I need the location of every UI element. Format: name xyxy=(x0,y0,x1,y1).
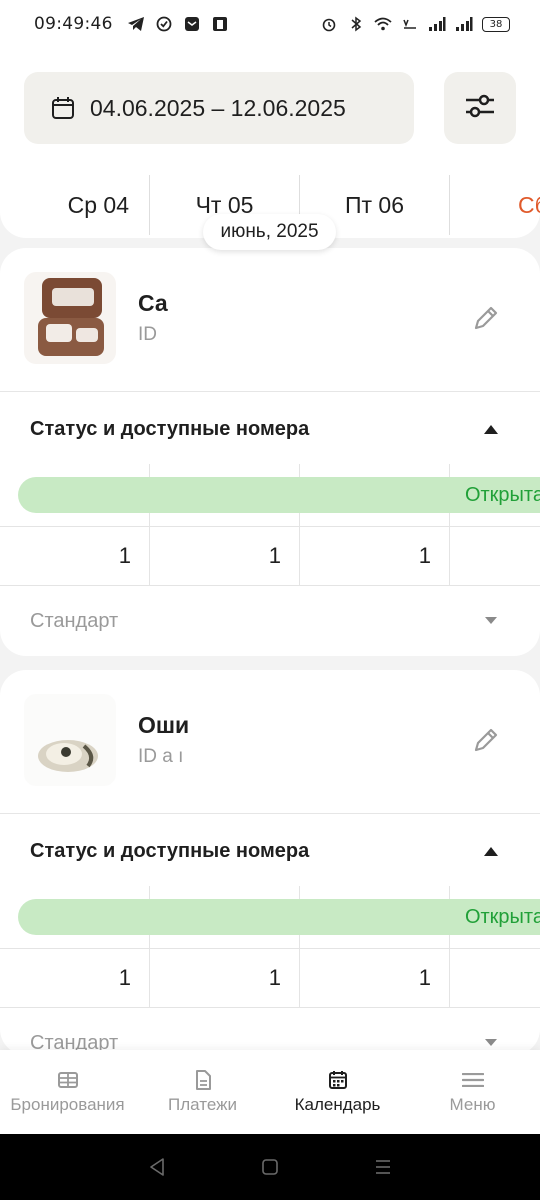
calendar-icon xyxy=(327,1069,349,1091)
room-count[interactable]: 1 xyxy=(0,949,150,1007)
edit-button[interactable] xyxy=(466,722,506,762)
recents-button[interactable] xyxy=(372,1156,394,1178)
document-icon xyxy=(192,1069,214,1091)
bluetooth-icon xyxy=(347,15,365,33)
available-rooms-row: 1 1 1 xyxy=(0,948,540,1008)
notification-icons xyxy=(127,15,229,33)
telegram-icon xyxy=(127,15,145,33)
clock: 09:49:46 xyxy=(34,14,113,34)
room-count[interactable]: 1 xyxy=(300,949,450,1007)
room-count-empty[interactable] xyxy=(450,949,540,1007)
volte-icon xyxy=(401,15,419,33)
hotel-id: ID xyxy=(138,324,157,345)
bottom-navigation: Бронирования Платежи Календарь Меню xyxy=(0,1050,540,1134)
nav-item-bookings[interactable]: Бронирования xyxy=(0,1050,135,1134)
app-icon xyxy=(211,15,229,33)
filter-button[interactable] xyxy=(444,72,516,144)
nav-label: Платежи xyxy=(168,1095,237,1114)
day-column[interactable]: Ср 04 xyxy=(0,175,150,235)
header: 04.06.2025 – 12.06.2025 xyxy=(0,48,540,172)
status-bar: 09:49:46 38 xyxy=(0,0,540,48)
room-count[interactable]: 1 xyxy=(0,527,150,585)
system-icons: 38 xyxy=(320,15,510,33)
month-label: июнь, 2025 xyxy=(203,214,336,250)
menu-icon xyxy=(461,1069,484,1091)
card-header: Са ID xyxy=(0,248,540,392)
card-header: Оши ID а ı xyxy=(0,670,540,814)
signal-icon xyxy=(428,15,446,33)
date-range-text: 04.06.2025 – 12.06.2025 xyxy=(90,94,346,121)
alarm-icon xyxy=(320,15,338,33)
sliders-icon xyxy=(464,92,496,125)
check-circle-icon xyxy=(155,15,173,33)
table-icon xyxy=(57,1069,79,1091)
collapse-caret-icon[interactable] xyxy=(484,425,498,434)
day-column-weekend[interactable]: Сб xyxy=(450,175,540,235)
status-open-bar[interactable]: Открыта xyxy=(18,899,540,935)
back-button[interactable] xyxy=(146,1156,168,1178)
section-title: Статус и доступные номера xyxy=(30,418,310,440)
room-type-label[interactable]: Стандарт xyxy=(30,610,118,633)
collapse-caret-icon[interactable] xyxy=(484,847,498,856)
hotel-card: Са ID Статус и доступные номера Открыта … xyxy=(0,248,540,656)
hotel-thumbnail[interactable] xyxy=(24,272,116,364)
nav-item-payments[interactable]: Платежи xyxy=(135,1050,270,1134)
nav-label: Меню xyxy=(449,1095,496,1114)
expand-caret-icon[interactable] xyxy=(485,617,497,624)
mail-box-icon xyxy=(183,15,201,33)
hotel-thumbnail[interactable] xyxy=(24,694,116,786)
system-navigation-bar xyxy=(0,1134,540,1200)
hotel-name: Са xyxy=(138,290,168,316)
hotel-card: Оши ID а ı Статус и доступные номера Отк… xyxy=(0,670,540,1055)
wifi-icon xyxy=(374,15,392,33)
nav-label: Календарь xyxy=(294,1095,381,1114)
expand-caret-icon[interactable] xyxy=(485,1039,497,1046)
nav-label: Бронирования xyxy=(10,1095,125,1114)
date-range-picker[interactable]: 04.06.2025 – 12.06.2025 xyxy=(24,72,414,144)
available-rooms-row: 1 1 1 xyxy=(0,526,540,586)
hotel-name: Оши xyxy=(138,712,190,738)
room-count[interactable]: 1 xyxy=(300,527,450,585)
battery-icon: 38 xyxy=(482,16,510,32)
nav-item-calendar[interactable]: Календарь xyxy=(270,1050,405,1134)
room-count[interactable]: 1 xyxy=(150,527,300,585)
nav-item-menu[interactable]: Меню xyxy=(405,1050,540,1134)
room-count-empty[interactable] xyxy=(450,527,540,585)
edit-button[interactable] xyxy=(466,300,506,340)
signal-icon-2 xyxy=(455,15,473,33)
status-open-bar[interactable]: Открыта xyxy=(18,477,540,513)
calendar-icon xyxy=(50,95,76,121)
pencil-icon xyxy=(471,303,501,338)
section-title: Статус и доступные номера xyxy=(30,840,310,862)
pencil-icon xyxy=(471,725,501,760)
hotel-id: ID а ı xyxy=(138,746,184,767)
room-count[interactable]: 1 xyxy=(150,949,300,1007)
home-button[interactable] xyxy=(259,1156,281,1178)
